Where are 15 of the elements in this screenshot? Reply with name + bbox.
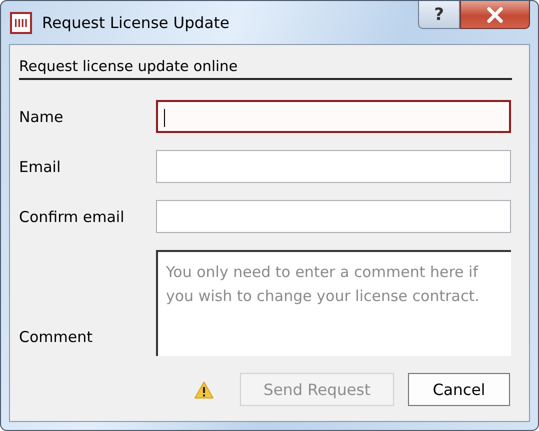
input-field[interactable] [156, 200, 511, 233]
input-field[interactable] [156, 100, 511, 133]
close-icon [485, 6, 505, 22]
close-button[interactable] [460, 1, 530, 29]
window-title: Request License Update [42, 14, 230, 32]
help-button[interactable]: ? [418, 1, 460, 29]
cancel-button[interactable]: Cancel [408, 373, 510, 406]
field-label: Comment [19, 328, 94, 348]
section-heading: Request license update online [19, 59, 512, 80]
input-field[interactable] [156, 150, 511, 183]
field-label: Name [19, 108, 64, 126]
field-label: Confirm email [19, 208, 126, 226]
app-icon [10, 12, 32, 34]
comment-field[interactable]: You only need to enter a comment here if you wish to change your license contract. [156, 250, 511, 356]
field-label: Email [19, 158, 62, 176]
